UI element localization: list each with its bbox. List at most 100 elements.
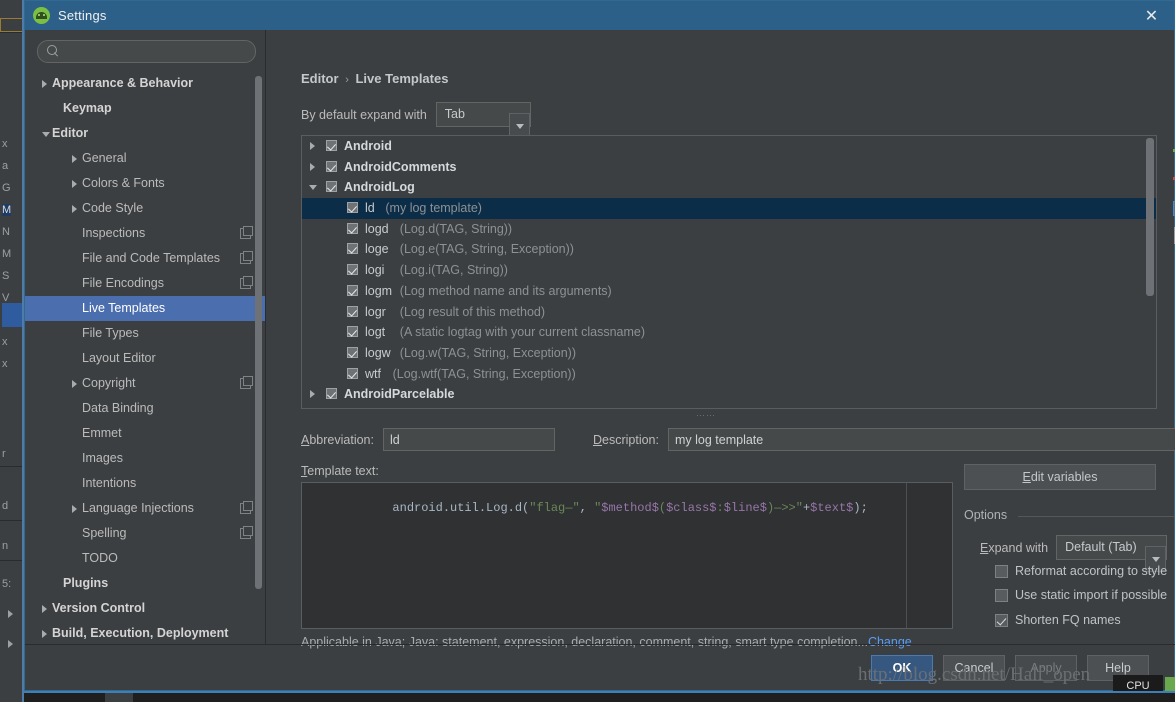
sidebar-item-editor[interactable]: Editor [25, 121, 265, 146]
chevron-right-icon[interactable] [72, 205, 77, 213]
sidebar-item-label: Editor [52, 126, 89, 140]
template-row[interactable]: logd (Log.d(TAG, String)) [302, 219, 1156, 240]
template-row[interactable]: ld (my log template) [302, 198, 1156, 219]
template-checkbox[interactable] [347, 264, 358, 276]
sidebar-item-general[interactable]: General [25, 146, 265, 171]
option-checkbox[interactable] [995, 564, 1008, 578]
option-row[interactable]: Reformat according to style [995, 564, 1167, 578]
background-text: d [2, 500, 9, 512]
sidebar-item-layout-editor[interactable]: Layout Editor [25, 346, 265, 371]
template-row[interactable]: logw (Log.w(TAG, String, Exception)) [302, 343, 1156, 364]
sidebar-item-language-injections[interactable]: Language Injections [25, 496, 265, 521]
add-icon[interactable] [1170, 139, 1175, 161]
template-row[interactable]: Android [302, 136, 1156, 157]
sidebar-item-keymap[interactable]: Keymap [25, 96, 265, 121]
template-checkbox[interactable] [326, 388, 337, 400]
sidebar-item-todo[interactable]: TODO [25, 546, 265, 571]
remove-icon[interactable] [1170, 167, 1175, 189]
code-quote-close: " [795, 501, 803, 515]
search-input[interactable] [62, 41, 247, 64]
template-text-editor[interactable]: android.util.Log.d("flag—", " $method$($c… [301, 482, 953, 629]
chevron-right-icon[interactable] [310, 390, 315, 399]
sidebar-item-plugins[interactable]: Plugins [25, 571, 265, 596]
description-input[interactable] [667, 428, 1175, 451]
code-tail: ); [853, 501, 868, 515]
duplicate-icon[interactable] [1170, 195, 1175, 217]
cancel-button[interactable]: Cancel [943, 655, 1005, 681]
template-row[interactable]: AndroidParcelable [302, 384, 1156, 405]
sidebar-item-spelling[interactable]: Spelling [25, 521, 265, 546]
sidebar-item-images[interactable]: Images [25, 446, 265, 471]
live-templates-panel: Editor › Live Templates By default expan… [266, 30, 1175, 649]
template-checkbox[interactable] [326, 160, 337, 172]
template-row[interactable]: AndroidLog [302, 177, 1156, 198]
chevron-right-icon[interactable] [72, 155, 77, 163]
search-box[interactable] [37, 40, 256, 64]
sidebar-item-intentions[interactable]: Intentions [25, 471, 265, 496]
close-icon[interactable]: ✕ [1143, 7, 1160, 24]
sidebar-item-file-types[interactable]: File Types [25, 321, 265, 346]
chevron-right-icon[interactable] [42, 605, 47, 613]
chevron-right-icon[interactable] [72, 380, 77, 388]
chevron-right-icon[interactable] [72, 180, 77, 188]
sidebar-item-file-encodings[interactable]: File Encodings [25, 271, 265, 296]
template-checkbox[interactable] [347, 305, 358, 317]
option-row[interactable]: Use static import if possible [995, 588, 1167, 602]
template-checkbox[interactable] [347, 222, 358, 234]
sidebar-item-data-binding[interactable]: Data Binding [25, 396, 265, 421]
chevron-down-icon[interactable] [42, 132, 50, 137]
settings-tree[interactable]: Appearance & Behavior Keymap Editor General… [25, 71, 265, 644]
copy-group-icon[interactable] [1170, 223, 1175, 245]
template-name: loge [365, 242, 389, 257]
template-row[interactable]: logm (Log method name and its arguments) [302, 281, 1156, 302]
sidebar-item-inspections[interactable]: Inspections [25, 221, 265, 246]
option-checkbox[interactable] [995, 613, 1008, 627]
chevron-right-icon[interactable] [310, 162, 315, 171]
chevron-right-icon[interactable] [42, 80, 47, 88]
ok-button[interactable]: OK [871, 655, 933, 681]
template-checkbox[interactable] [347, 367, 358, 379]
sidebar-item-live-templates[interactable]: Live Templates [25, 296, 265, 321]
template-checkbox[interactable] [326, 181, 337, 193]
background-text: M [2, 204, 12, 216]
template-row[interactable]: logr (Log result of this method) [302, 302, 1156, 323]
sidebar-item-code-style[interactable]: Code Style [25, 196, 265, 221]
sidebar-item-version-control[interactable]: Version Control [25, 596, 265, 621]
template-checkbox[interactable] [326, 140, 337, 151]
sidebar-item-emmet[interactable]: Emmet [25, 421, 265, 446]
code-colon: : [716, 501, 724, 515]
option-row[interactable]: Shorten FQ names [995, 613, 1121, 627]
template-row[interactable]: logi (Log.i(TAG, String)) [302, 260, 1156, 281]
code-paren-open: ( [658, 501, 667, 515]
chevron-right-icon[interactable] [72, 505, 77, 513]
chevron-down-icon[interactable] [309, 185, 317, 191]
template-checkbox[interactable] [347, 202, 358, 214]
template-row[interactable]: loge (Log.e(TAG, String, Exception)) [302, 239, 1156, 260]
edit-variables-button[interactable]: Edit variables [964, 464, 1156, 490]
sidebar-item-appearance-behavior[interactable]: Appearance & Behavior [25, 71, 265, 96]
template-checkbox[interactable] [347, 326, 358, 338]
templates-scrollbar[interactable] [1146, 138, 1154, 296]
expand-with-combo[interactable]: Default (Tab) [1056, 535, 1167, 572]
splitter-handle[interactable]: ⋯⋯ [696, 410, 716, 421]
abbreviation-input[interactable] [382, 428, 555, 451]
background-ide-strip: x a G M N M S Vx x r d n 5: [0, 0, 24, 702]
chevron-right-icon[interactable] [310, 142, 315, 150]
sidebar-item-build-execution-deployment[interactable]: Build, Execution, Deployment [25, 621, 265, 644]
taskbar-item[interactable] [105, 693, 133, 702]
template-checkbox[interactable] [347, 284, 358, 296]
template-row[interactable]: wtf (Log.wtf(TAG, String, Exception)) [302, 364, 1156, 385]
templates-tree[interactable]: Android AndroidComments AndroidLog ld (my lo… [301, 135, 1157, 409]
template-row[interactable]: logt (A static logtag with your current c… [302, 322, 1156, 343]
sidebar-item-copyright[interactable]: Copyright [25, 371, 265, 396]
template-checkbox[interactable] [347, 346, 358, 358]
chevron-right-icon[interactable] [42, 630, 47, 638]
option-checkbox[interactable] [995, 588, 1008, 602]
sidebar-item-file-and-code-templates[interactable]: File and Code Templates [25, 246, 265, 271]
template-checkbox[interactable] [347, 243, 358, 255]
sidebar-scrollbar[interactable] [255, 76, 262, 589]
breadcrumb-parent[interactable]: Editor [301, 71, 339, 86]
default-expand-combo[interactable]: Tab [435, 102, 531, 139]
sidebar-item-colors-fonts[interactable]: Colors & Fonts [25, 171, 265, 196]
template-row[interactable]: AndroidComments [302, 157, 1156, 178]
